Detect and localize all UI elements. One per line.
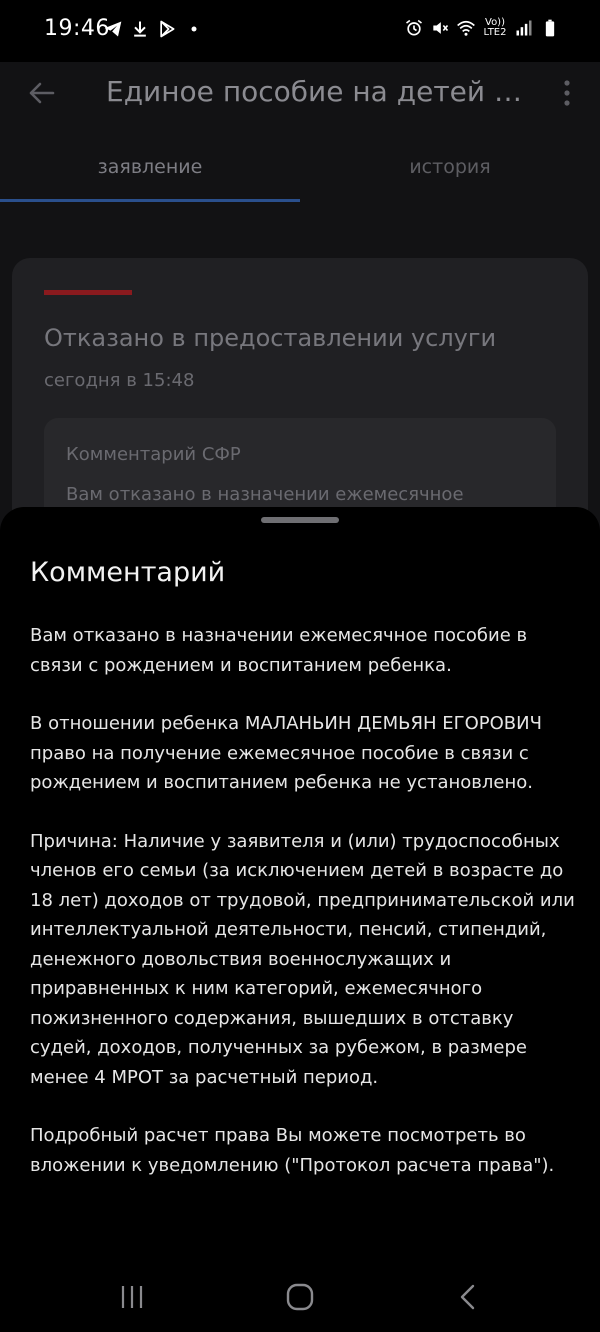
wifi-icon xyxy=(457,20,475,36)
tab-history[interactable]: история xyxy=(300,156,600,178)
tab-indicator xyxy=(0,199,300,202)
back-arrow-icon[interactable] xyxy=(26,78,56,108)
more-options-icon[interactable] xyxy=(560,78,574,108)
play-icon xyxy=(160,20,175,38)
comment-paragraph: В отношении ребенка МАЛАНЬИН ДЕМЬЯН ЕГОР… xyxy=(30,713,542,793)
sheet-body: Вам отказано в назначении ежемесячное по… xyxy=(30,621,575,1209)
status-left-icons xyxy=(103,18,204,40)
download-icon xyxy=(134,21,146,37)
battery-icon xyxy=(545,19,555,37)
system-nav-bar xyxy=(0,1262,600,1332)
comment-box-preview: Вам отказано в назначении ежемесячное xyxy=(66,484,464,505)
comment-bottom-sheet: Комментарий Вам отказано в назначении еж… xyxy=(0,507,600,1332)
status-time: 19:46 xyxy=(44,16,110,41)
recent-apps-icon[interactable] xyxy=(117,1282,147,1312)
sheet-title: Комментарий xyxy=(30,557,226,588)
back-icon[interactable] xyxy=(453,1282,483,1312)
dot-icon xyxy=(191,26,197,32)
status-accent-bar xyxy=(44,290,132,295)
comment-paragraph: Вам отказано в назначении ежемесячное по… xyxy=(30,625,528,676)
comment-paragraph: Подробный расчет права Вы можете посмотр… xyxy=(30,1125,555,1176)
home-icon[interactable] xyxy=(285,1282,315,1312)
status-title: Отказано в предоставлении услуги xyxy=(44,324,497,352)
status-bar: 19:46 Vo)) LTE2 xyxy=(0,0,600,62)
lte-label: Vo)) LTE2 xyxy=(483,17,507,38)
screen: 19:46 Vo)) LTE2 Единое пособие на детей … xyxy=(0,0,600,1332)
comment-paragraph: Причина: Наличие у заявителя и (или) тру… xyxy=(30,830,575,1088)
app-bar: Единое пособие на детей и б... xyxy=(0,62,600,142)
status-time-label: сегодня в 15:48 xyxy=(44,370,195,391)
sheet-drag-handle[interactable] xyxy=(261,517,339,523)
telegram-icon xyxy=(104,21,122,37)
status-right-icons: Vo)) LTE2 xyxy=(404,17,560,39)
comment-box-label: Комментарий СФР xyxy=(66,444,241,465)
tab-application[interactable]: заявление xyxy=(0,156,300,178)
alarm-icon xyxy=(406,19,422,36)
mute-icon xyxy=(433,22,449,34)
tabs: заявление история xyxy=(0,142,600,204)
signal-icon xyxy=(516,20,532,36)
page-title: Единое пособие на детей и б... xyxy=(106,75,536,108)
